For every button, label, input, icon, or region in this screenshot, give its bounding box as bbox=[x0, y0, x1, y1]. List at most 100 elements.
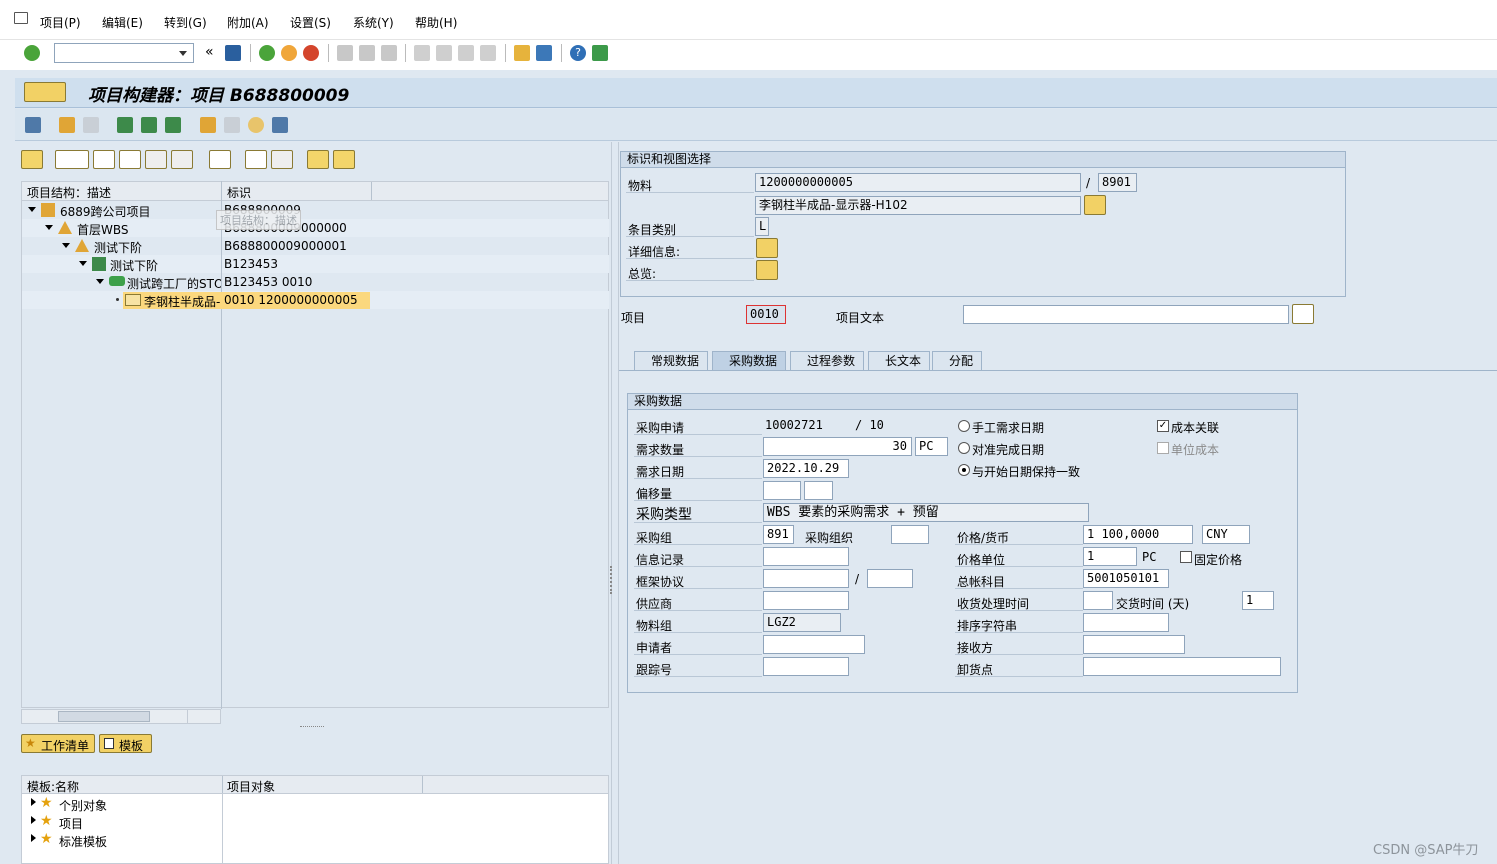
tree-scrollbar-2[interactable] bbox=[187, 709, 221, 724]
menu-edit[interactable]: 编辑(E) bbox=[102, 14, 143, 31]
new-button[interactable] bbox=[55, 150, 89, 169]
hierarchy-icon[interactable] bbox=[117, 117, 133, 133]
next-page-icon[interactable] bbox=[458, 45, 474, 61]
cancel-icon[interactable] bbox=[303, 45, 319, 61]
sort-field[interactable] bbox=[1083, 613, 1169, 632]
material-field[interactable]: 1200000000005 bbox=[755, 173, 1081, 192]
offset-field[interactable] bbox=[763, 481, 801, 500]
worklist-button[interactable]: ★ 工作清单 bbox=[21, 734, 95, 753]
radio-start-date[interactable] bbox=[958, 464, 970, 476]
menu-icon[interactable] bbox=[14, 12, 28, 24]
tree-row-desc[interactable]: 6889跨公司项目 bbox=[60, 203, 151, 221]
find-icon[interactable] bbox=[359, 45, 375, 61]
edit-icon[interactable] bbox=[224, 117, 240, 133]
menu-project[interactable]: 项目(P) bbox=[40, 14, 81, 31]
menu-system[interactable]: 系统(Y) bbox=[353, 14, 394, 31]
gl-field[interactable]: 5001050101 bbox=[1083, 569, 1169, 588]
undo-button[interactable] bbox=[171, 150, 193, 169]
item-field[interactable]: 0010 bbox=[746, 305, 786, 324]
pane-resize-handle[interactable] bbox=[300, 726, 324, 729]
tree-col-desc[interactable]: 项目结构：描述 bbox=[27, 184, 111, 201]
tab-general[interactable]: 常规数据 bbox=[634, 351, 709, 371]
exit-icon[interactable] bbox=[281, 45, 297, 61]
overview-button[interactable] bbox=[756, 260, 778, 280]
save-icon[interactable] bbox=[225, 45, 241, 61]
vendor-field[interactable] bbox=[763, 591, 849, 610]
new-session-icon[interactable] bbox=[514, 45, 530, 61]
tree-row-desc[interactable]: 测试下阶 bbox=[94, 239, 142, 257]
layout-icon[interactable] bbox=[592, 45, 608, 61]
material-image-icon[interactable] bbox=[1084, 195, 1106, 215]
cut-button[interactable] bbox=[93, 150, 115, 169]
delete-button[interactable] bbox=[209, 150, 231, 169]
radio-manual-date[interactable] bbox=[958, 420, 970, 432]
expand-icon[interactable] bbox=[62, 243, 70, 248]
delivery-field[interactable]: 1 bbox=[1242, 591, 1274, 610]
item-cat-field[interactable]: L bbox=[755, 217, 769, 236]
tree-col-id[interactable]: 标识 bbox=[227, 184, 251, 201]
material-desc-field[interactable]: 李钢柱半成品-显示器-H102 bbox=[755, 196, 1081, 215]
edit-text-button[interactable] bbox=[1292, 304, 1314, 324]
recipient-field[interactable] bbox=[1083, 635, 1185, 654]
qty-unit-field[interactable]: PC bbox=[915, 437, 948, 456]
currency-field[interactable]: CNY bbox=[1202, 525, 1250, 544]
structure-icon[interactable] bbox=[165, 117, 181, 133]
tree-row-desc[interactable]: 李钢柱半成品- bbox=[144, 293, 222, 311]
copy-button[interactable] bbox=[119, 150, 141, 169]
settings-icon[interactable] bbox=[248, 117, 264, 133]
paste-button[interactable] bbox=[145, 150, 167, 169]
tab-purchasing[interactable]: 采购数据 bbox=[712, 351, 787, 371]
template-col-obj[interactable]: 项目对象 bbox=[227, 778, 275, 795]
change-display-icon[interactable] bbox=[25, 117, 41, 133]
command-field[interactable] bbox=[54, 43, 194, 63]
expand-icon[interactable] bbox=[31, 816, 36, 824]
collapse-button[interactable] bbox=[333, 150, 355, 169]
expand-icon[interactable] bbox=[96, 279, 104, 284]
tree-row-desc[interactable]: 测试跨工厂的STO bbox=[127, 275, 221, 293]
template-item[interactable]: 项目 bbox=[59, 815, 83, 833]
menu-extras[interactable]: 附加(A) bbox=[227, 14, 269, 31]
ptype-field[interactable]: WBS 要素的采购需求 + 预留 bbox=[763, 503, 1089, 522]
find-button[interactable] bbox=[245, 150, 267, 169]
tab-process[interactable]: 过程参数 bbox=[790, 351, 865, 371]
expand-button[interactable] bbox=[307, 150, 329, 169]
back-icon[interactable] bbox=[259, 45, 275, 61]
splitter[interactable] bbox=[610, 142, 619, 864]
template-col-name[interactable]: 模板:名称 bbox=[27, 778, 79, 795]
template-button[interactable]: 模板 bbox=[99, 734, 152, 753]
price-field[interactable]: 1 100,0000 bbox=[1083, 525, 1193, 544]
menu-help[interactable]: 帮助(H) bbox=[415, 14, 457, 31]
unit-cost-checkbox[interactable] bbox=[1157, 442, 1169, 454]
network-icon[interactable] bbox=[141, 117, 157, 133]
frame-field[interactable] bbox=[763, 569, 849, 588]
qty-field[interactable]: 30 bbox=[763, 437, 912, 456]
radio-finish-date[interactable] bbox=[958, 442, 970, 454]
collapse-icon[interactable]: « bbox=[205, 44, 214, 60]
expand-icon[interactable] bbox=[45, 225, 53, 230]
tab-assignment[interactable]: 分配 bbox=[932, 351, 983, 371]
requester-field[interactable] bbox=[763, 635, 865, 654]
fixed-price-checkbox[interactable] bbox=[1180, 551, 1192, 563]
move-right-icon[interactable] bbox=[83, 117, 99, 133]
plant-field[interactable]: 8901 bbox=[1098, 173, 1137, 192]
expand-icon[interactable] bbox=[31, 834, 36, 842]
enter-icon[interactable] bbox=[24, 45, 40, 61]
screen-menu-button[interactable] bbox=[24, 82, 66, 102]
pgroup-field[interactable]: 891 bbox=[763, 525, 794, 544]
matgroup-field[interactable]: LGZ2 bbox=[763, 613, 841, 632]
cost-rel-checkbox[interactable]: ✓ bbox=[1157, 420, 1169, 432]
menu-settings[interactable]: 设置(S) bbox=[290, 14, 331, 31]
shortcut-icon[interactable] bbox=[536, 45, 552, 61]
template-item[interactable]: 个别对象 bbox=[59, 797, 107, 815]
expand-icon[interactable] bbox=[28, 207, 36, 212]
prev-page-icon[interactable] bbox=[436, 45, 452, 61]
porg-field[interactable] bbox=[891, 525, 929, 544]
open-folder-button[interactable] bbox=[21, 150, 43, 169]
unit-field[interactable]: 1 bbox=[1083, 547, 1137, 566]
find-next-button[interactable] bbox=[271, 150, 293, 169]
tree-row-desc[interactable]: 首层WBS bbox=[77, 221, 129, 239]
document-icon[interactable] bbox=[272, 117, 288, 133]
first-page-icon[interactable] bbox=[414, 45, 430, 61]
scrollbar-thumb[interactable] bbox=[58, 711, 150, 722]
move-left-icon[interactable] bbox=[59, 117, 75, 133]
